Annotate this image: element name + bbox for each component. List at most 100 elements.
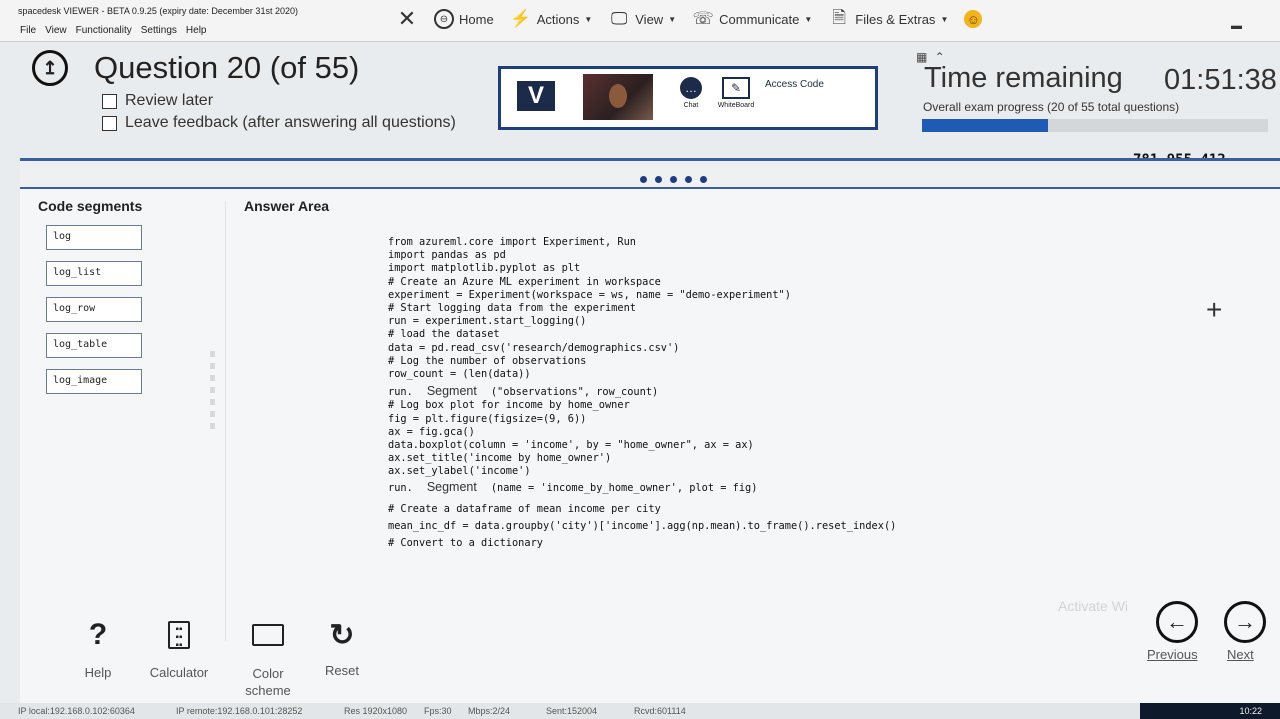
communicate-label: Communicate — [719, 11, 800, 27]
files-extras-menu[interactable]: 🗎 Files & Extras ▼ — [828, 8, 948, 30]
progress-bar-fill — [922, 119, 1048, 132]
code-suffix: (name = 'income_by_home_owner', plot = f… — [490, 481, 758, 494]
code-line: # Create an Azure ML experiment in works… — [388, 275, 661, 288]
leave-feedback-checkbox[interactable]: Leave feedback (after answering all ques… — [102, 114, 456, 132]
page-dot — [670, 176, 677, 183]
code-line: ax = fig.gca() — [388, 425, 475, 438]
leave-feedback-label: Leave feedback (after answering all ques… — [125, 114, 456, 131]
reset-label: Reset — [325, 663, 359, 678]
chat-label: Chat — [683, 102, 699, 109]
color-scheme-button[interactable]: Color scheme — [232, 617, 304, 699]
answer-code: from azureml.core import Experiment, Run… — [388, 236, 896, 550]
segment-log-image[interactable]: log_image — [46, 369, 142, 394]
previous-button[interactable]: ← — [1156, 601, 1198, 643]
time-remaining-label: Time remaining — [924, 62, 1123, 94]
arrow-right-icon: → — [1234, 609, 1256, 634]
monitor-icon: 🖵 — [611, 9, 628, 28]
code-line: experiment = Experiment(workspace = ws, … — [388, 288, 791, 301]
next-label[interactable]: Next — [1227, 647, 1254, 662]
segment-log-list[interactable]: log_list — [46, 261, 142, 286]
page-dot — [685, 176, 692, 183]
menu-help[interactable]: Help — [186, 25, 207, 36]
code-line-with-slot: run. Segment (name = 'income_by_home_owner… — [388, 480, 896, 495]
panel-header-strip — [20, 161, 1280, 189]
viewer-menu: File View Functionality Settings Help — [20, 25, 206, 36]
menu-file[interactable]: File — [20, 25, 36, 36]
code-line: # Log box plot for income by home_owner — [388, 399, 630, 412]
code-suffix: ("observations", row_count) — [490, 386, 659, 399]
status-ip-remote: IP remote:192.168.0.101:28252 — [176, 706, 303, 716]
minimize-button[interactable]: ▬ — [1231, 20, 1242, 32]
code-prefix: run. — [388, 481, 413, 494]
code-line: from azureml.core import Experiment, Run — [388, 236, 636, 248]
code-line: ax.set_title('income by home_owner') — [388, 452, 612, 465]
code-line: row_count = (len(data)) — [388, 368, 531, 381]
proctor-logo: V — [517, 81, 555, 111]
smiley-icon[interactable]: ☺ — [964, 10, 983, 28]
reset-button[interactable]: ↻ Reset — [318, 617, 366, 679]
segment-log-table[interactable]: log_table — [46, 333, 142, 358]
actions-label: Actions — [536, 11, 580, 27]
code-line: data.boxplot(column = 'income', by = "ho… — [388, 439, 754, 452]
status-resolution: Res 1920x1080 — [344, 706, 408, 716]
actions-menu[interactable]: ⚡ Actions ▼ — [510, 8, 593, 30]
time-remaining-value: 01:51:38 — [1164, 64, 1277, 96]
next-button[interactable]: → — [1224, 601, 1266, 643]
home-button[interactable]: ⊖ Home — [434, 9, 494, 29]
whiteboard-icon: ✎ — [722, 77, 750, 99]
menu-settings[interactable]: Settings — [141, 25, 177, 36]
chat-button[interactable]: … Chat — [673, 77, 709, 109]
arrow-left-icon: ← — [1166, 609, 1188, 634]
back-button[interactable]: ↥ — [32, 50, 68, 86]
code-line: ax.set_ylabel('income') — [388, 465, 531, 478]
communicate-menu[interactable]: ☏ Communicate ▼ — [692, 8, 812, 30]
color-scheme-label: Color scheme — [245, 666, 291, 698]
code-line: # Log the number of observations — [388, 354, 587, 367]
chevron-down-icon: ▼ — [584, 14, 593, 24]
calculator-button[interactable]: ▪▪ ▪▪ ▪▪ Calculator — [144, 617, 214, 680]
taskbar-clock: 10:22 — [1140, 703, 1280, 719]
close-icon: ✕ — [397, 6, 417, 31]
access-code: Access Code 781-955-412 — [765, 79, 1226, 167]
code-line: mean_inc_df = data.groupby('city')['inco… — [388, 520, 897, 533]
answer-slot-2[interactable]: Segment — [413, 480, 491, 494]
segment-log-row[interactable]: log_row — [46, 297, 142, 322]
answer-area-header: Answer Area — [244, 198, 330, 214]
webcam-preview — [583, 74, 653, 120]
view-menu[interactable]: 🖵 View ▼ — [608, 8, 676, 30]
review-later-checkbox[interactable]: Review later — [102, 92, 213, 110]
question-panel: Code segments Answer Area log log_list l… — [20, 158, 1280, 703]
close-viewer-button[interactable]: ✕ — [396, 6, 418, 31]
calculator-label: Calculator — [149, 665, 209, 680]
access-code-label: Access Code — [765, 79, 824, 90]
pane-resize-handle[interactable] — [210, 351, 215, 429]
answer-slot-1[interactable]: Segment — [413, 385, 491, 398]
arrow-up-icon: ↥ — [42, 57, 58, 78]
page-dot — [655, 176, 662, 183]
viewer-toolbar: spacedesk VIEWER - BETA 0.9.25 (expiry d… — [0, 0, 1280, 42]
monitor-icon — [232, 617, 304, 653]
chevron-down-icon: ▼ — [668, 14, 677, 24]
menu-view[interactable]: View — [45, 25, 67, 36]
webcam-face — [609, 84, 627, 108]
previous-label[interactable]: Previous — [1147, 647, 1198, 662]
whiteboard-button[interactable]: ✎ WhiteBoard — [711, 77, 761, 109]
home-icon: ⊖ — [434, 9, 454, 29]
files-label: Files & Extras — [855, 11, 936, 27]
overall-progress-label: Overall exam progress (20 of 55 total qu… — [923, 100, 1180, 114]
code-line: # Create a dataframe of mean income per … — [388, 502, 661, 515]
code-line: # Start logging data from the experiment — [388, 302, 636, 315]
status-rcvd: Rcvd:601114 — [634, 706, 686, 716]
page-dots — [640, 176, 707, 183]
status-sent: Sent:152004 — [546, 706, 598, 716]
chevron-down-icon: ▼ — [804, 14, 813, 24]
activate-windows-watermark: Activate Wi — [1058, 598, 1129, 614]
segment-log[interactable]: log — [46, 225, 142, 250]
code-prefix: run. — [388, 386, 413, 399]
home-label: Home — [459, 11, 494, 27]
status-mbps: Mbps:2/24 — [468, 706, 511, 716]
menu-functionality[interactable]: Functionality — [76, 25, 132, 36]
help-button[interactable]: ? Help — [78, 617, 118, 680]
viewer-tools: ✕ ⊖ Home ⚡ Actions ▼ 🖵 View ▼ ☏ Communic… — [396, 6, 983, 31]
code-segments-header: Code segments — [38, 198, 143, 214]
